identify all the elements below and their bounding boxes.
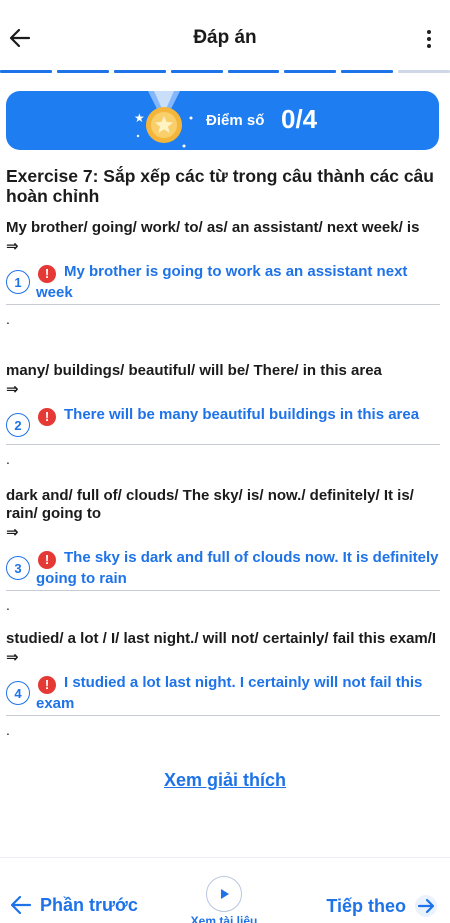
arrow-left-icon <box>10 895 32 915</box>
question-prompt: many/ buildings/ beautiful/ will be/ The… <box>6 362 382 379</box>
previous-section-button[interactable]: Phần trước <box>10 894 138 916</box>
error-icon: ! <box>38 551 56 569</box>
answer-text: There will be many beautiful buildings i… <box>64 406 420 423</box>
answer-field: 3 ! The sky is dark and full of clouds no… <box>6 548 440 591</box>
error-icon: ! <box>38 408 56 426</box>
progress-segment <box>56 70 109 73</box>
page-title: Đáp án <box>193 27 257 48</box>
score-value: 0/4 <box>281 104 318 134</box>
arrow-right-icon: ⇒ <box>6 381 19 398</box>
question-number: 4 <box>6 681 30 705</box>
top-bar: Đáp án <box>0 0 450 70</box>
question-number: 2 <box>6 413 30 437</box>
exercise-title: Exercise 7: Sắp xếp các từ trong câu thà… <box>6 166 434 206</box>
answer-field: 4 ! I studied a lot last night. I certain… <box>6 673 440 716</box>
question-item: many/ buildings/ beautiful/ will be/ The… <box>6 362 440 467</box>
progress-segment <box>284 70 337 73</box>
arrow-right-icon: ⇒ <box>6 649 19 666</box>
score-label: Điểm số <box>206 112 265 129</box>
progress-segment <box>113 70 166 73</box>
progress-bar <box>0 70 450 74</box>
progress-segment <box>170 70 223 73</box>
view-document-button[interactable]: Xem tài liệu <box>186 876 262 923</box>
question-prompt: dark and/ full of/ clouds/ The sky/ is/ … <box>6 487 414 522</box>
answer-text: I studied a lot last night. I certainly … <box>36 674 423 712</box>
arrow-right-icon: ⇒ <box>6 524 19 541</box>
question-prompt: studied/ a lot / I/ last night./ will no… <box>6 630 437 647</box>
answer-field: 1 ! My brother is going to work as an ass… <box>6 262 440 305</box>
svg-text:★: ★ <box>134 111 145 125</box>
score-banner: ★ Điểm số 0/4 <box>6 91 439 150</box>
more-options-button[interactable] <box>424 26 434 52</box>
question-dot: . <box>6 722 10 738</box>
question-item: studied/ a lot / I/ last night./ will no… <box>6 630 440 738</box>
arrow-right-icon: ⇒ <box>6 238 19 255</box>
arrow-right-circle-icon <box>415 895 437 917</box>
question-dot: . <box>6 451 10 467</box>
question-dot: . <box>6 597 10 613</box>
question-item: My brother/ going/ work/ to/ as/ an assi… <box>6 219 440 327</box>
question-number: 3 <box>6 556 30 580</box>
question-item: dark and/ full of/ clouds/ The sky/ is/ … <box>6 487 440 613</box>
question-number: 1 <box>6 270 30 294</box>
progress-segment <box>341 70 394 73</box>
progress-segment <box>0 70 52 73</box>
view-explanation-link[interactable]: Xem giải thích <box>164 770 286 790</box>
answer-text: The sky is dark and full of clouds now. … <box>36 549 439 587</box>
more-vertical-icon <box>427 30 431 34</box>
question-dot: . <box>6 311 10 327</box>
medal-icon: ★ <box>134 91 193 148</box>
answer-field: 2 ! There will be many beautiful building… <box>6 405 440 445</box>
next-button[interactable]: Tiếp theo <box>326 894 438 918</box>
explanation-link-wrapper: Xem giải thích <box>0 770 450 791</box>
error-icon: ! <box>38 676 56 694</box>
progress-segment <box>398 70 450 73</box>
error-icon: ! <box>38 265 56 283</box>
play-icon <box>206 876 242 912</box>
bottom-nav: Phần trước Xem tài liệu Tiếp theo <box>0 857 450 923</box>
next-label: Tiếp theo <box>326 895 406 916</box>
answer-text: My brother is going to work as an assist… <box>36 263 408 301</box>
previous-section-label: Phần trước <box>40 894 138 915</box>
progress-segment <box>227 70 280 73</box>
question-prompt: My brother/ going/ work/ to/ as/ an assi… <box>6 219 420 236</box>
view-document-label: Xem tài liệu <box>190 914 258 923</box>
